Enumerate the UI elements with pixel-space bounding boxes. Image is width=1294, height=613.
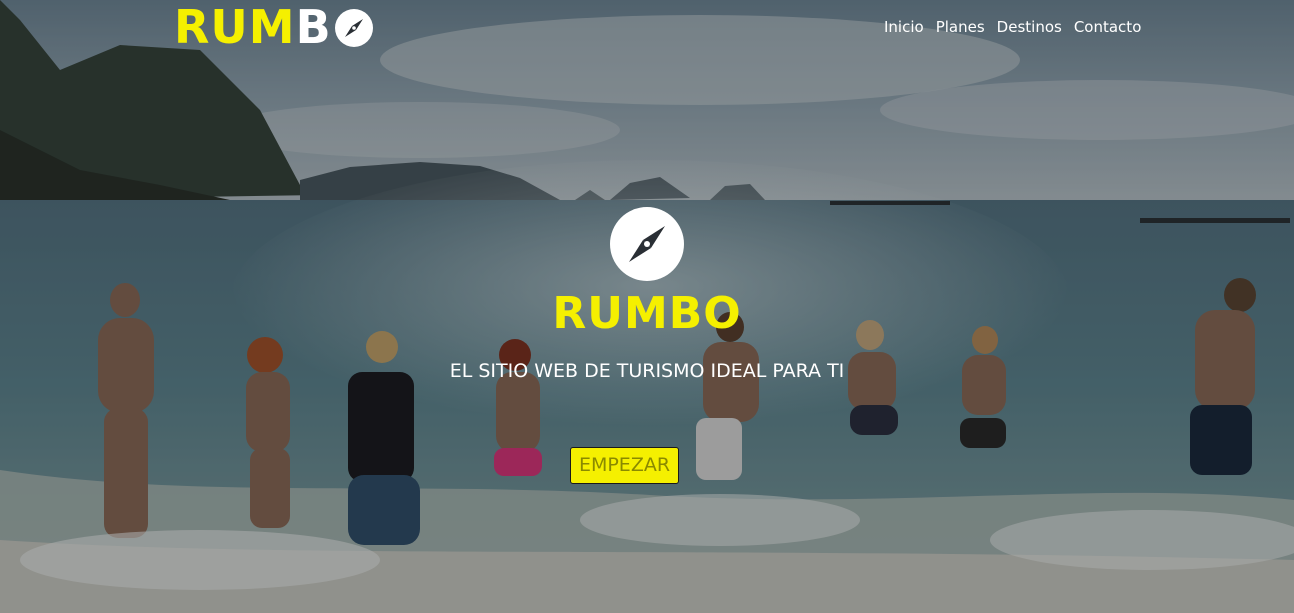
main-nav: Inicio Planes Destinos Contacto <box>884 17 1141 37</box>
start-button[interactable]: EMPEZAR <box>570 447 679 484</box>
brand-text-white: B <box>295 0 332 54</box>
compass-icon <box>334 9 373 47</box>
hero-title: RUMBO <box>552 288 742 339</box>
nav-link-contacto[interactable]: Contacto <box>1074 17 1142 37</box>
compass-icon <box>610 207 684 281</box>
hero-section: RUM B Inicio Planes Destinos Contacto RUM… <box>0 0 1294 613</box>
hero-content: RUMBO EL SITIO WEB DE TURISMO IDEAL PARA… <box>0 206 1294 384</box>
hero-subtitle: EL SITIO WEB DE TURISMO IDEAL PARA TI <box>449 360 845 382</box>
nav-link-inicio[interactable]: Inicio <box>884 17 924 37</box>
brand-logo[interactable]: RUM B <box>174 2 374 52</box>
nav-link-destinos[interactable]: Destinos <box>997 17 1062 37</box>
brand-text-yellow: RUM <box>174 0 296 54</box>
nav-link-planes[interactable]: Planes <box>936 17 985 37</box>
